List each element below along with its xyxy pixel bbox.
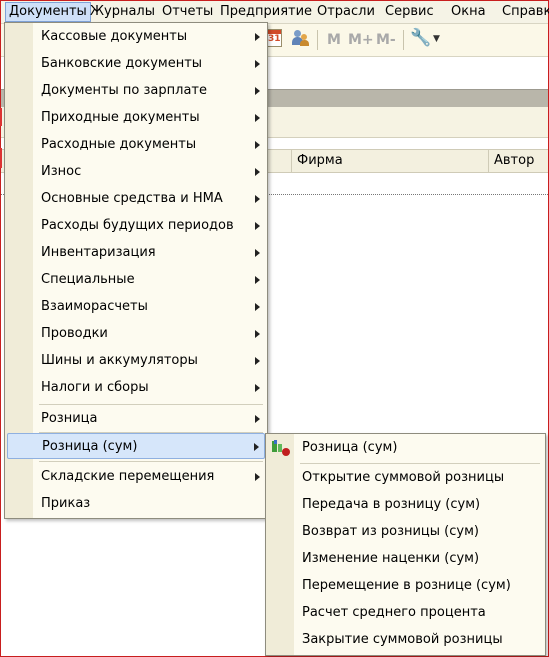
menu-separator <box>300 463 540 464</box>
submenu-arrow-icon <box>255 222 260 230</box>
menu-separator <box>39 461 263 462</box>
menu-item-taxes-fees[interactable]: Налоги и сборы <box>7 375 265 401</box>
menu-item-special[interactable]: Специальные <box>7 267 265 293</box>
submenu-item-open-sum-retail[interactable]: Открытие суммовой розницы <box>268 465 543 491</box>
memory-plus-button[interactable]: M+ <box>348 31 374 49</box>
menu-item-order[interactable]: Приказ <box>7 491 265 517</box>
calendar-icon[interactable]: 31 <box>266 29 282 47</box>
submenu-arrow-icon <box>255 60 260 68</box>
menu-item-expense-documents[interactable]: Расходные документы <box>7 132 265 158</box>
users-icon[interactable] <box>291 29 309 47</box>
menu-documents[interactable]: Документы <box>5 2 91 22</box>
submenu-arrow-icon <box>255 415 260 423</box>
submenu-arrow-icon <box>255 473 260 481</box>
memory-button[interactable]: M <box>327 31 341 49</box>
red-marker <box>0 108 2 126</box>
memory-minus-button[interactable]: M- <box>376 31 396 49</box>
retail-journal-icon <box>272 440 290 456</box>
submenu-arrow-icon <box>255 114 260 122</box>
submenu-item-close-sum-retail[interactable]: Закрытие суммовой розницы <box>268 627 543 653</box>
toolbar-separator <box>317 30 318 50</box>
menu-journals[interactable]: Журналы <box>87 3 158 21</box>
submenu-arrow-icon <box>255 330 260 338</box>
menu-separator <box>39 404 263 405</box>
menu-item-inventory[interactable]: Инвентаризация <box>7 240 265 266</box>
submenu-arrow-icon <box>255 168 260 176</box>
menu-windows[interactable]: Окна <box>448 3 489 21</box>
submenu-item-markup-change[interactable]: Изменение наценки (сум) <box>268 546 543 572</box>
menu-item-depreciation[interactable]: Износ <box>7 159 265 185</box>
toolbar-separator <box>403 30 404 50</box>
submenu-arrow-icon <box>255 195 260 203</box>
menu-help[interactable]: Справк <box>499 3 549 21</box>
submenu-arrow-icon <box>255 384 260 392</box>
menu-item-deferred-expenses[interactable]: Расходы будущих периодов <box>7 213 265 239</box>
submenu-arrow-icon <box>254 443 259 451</box>
menu-item-bank-documents[interactable]: Банковские документы <box>7 51 265 77</box>
submenu-arrow-icon <box>255 87 260 95</box>
toolbar-dropdown-arrow-icon[interactable]: ▼ <box>433 34 440 44</box>
menu-industries[interactable]: Отрасли <box>314 3 378 21</box>
column-header-author[interactable]: Автор <box>488 150 548 172</box>
column-header-firm[interactable]: Фирма <box>291 150 488 172</box>
submenu-arrow-icon <box>255 33 260 41</box>
submenu-item-transfer-to-retail[interactable]: Передача в розницу (сум) <box>268 492 543 518</box>
documents-dropdown-menu: Кассовые документы Банковские документы … <box>4 22 268 519</box>
submenu-arrow-icon <box>255 276 260 284</box>
submenu-item-retail-move[interactable]: Перемещение в рознице (сум) <box>268 573 543 599</box>
submenu-arrow-icon <box>255 249 260 257</box>
main-menu-bar: Документы Журналы Отчеты Предприятие Отр… <box>1 1 549 24</box>
menu-item-cash-documents[interactable]: Кассовые документы <box>7 24 265 50</box>
menu-service[interactable]: Сервис <box>382 3 437 21</box>
menu-item-settlements[interactable]: Взаиморасчеты <box>7 294 265 320</box>
submenu-arrow-icon <box>255 303 260 311</box>
red-marker <box>0 148 2 168</box>
menu-item-tires-batteries[interactable]: Шины и аккумуляторы <box>7 348 265 374</box>
menu-item-postings[interactable]: Проводки <box>7 321 265 347</box>
menu-item-retail[interactable]: Розница <box>7 406 265 432</box>
menu-item-retail-sum[interactable]: Розница (сум) <box>7 433 265 459</box>
settings-wrench-icon[interactable]: 🔧 <box>410 28 431 48</box>
submenu-arrow-icon <box>255 141 260 149</box>
menu-item-warehouse-transfers[interactable]: Складские перемещения <box>7 464 265 490</box>
menu-item-payroll-documents[interactable]: Документы по зарплате <box>7 78 265 104</box>
submenu-item-average-percent[interactable]: Расчет среднего процента <box>268 600 543 626</box>
menu-reports[interactable]: Отчеты <box>159 3 216 21</box>
menu-item-fixed-assets[interactable]: Основные средства и НМА <box>7 186 265 212</box>
submenu-item-return-from-retail[interactable]: Возврат из розницы (сум) <box>268 519 543 545</box>
menu-item-receipt-documents[interactable]: Приходные документы <box>7 105 265 131</box>
submenu-arrow-icon <box>255 357 260 365</box>
submenu-item-retail-sum-journal[interactable]: Розница (сум) <box>268 435 543 461</box>
menu-enterprise[interactable]: Предприятие <box>217 3 315 21</box>
retail-sum-submenu: Розница (сум) Открытие суммовой розницы … <box>265 433 546 656</box>
